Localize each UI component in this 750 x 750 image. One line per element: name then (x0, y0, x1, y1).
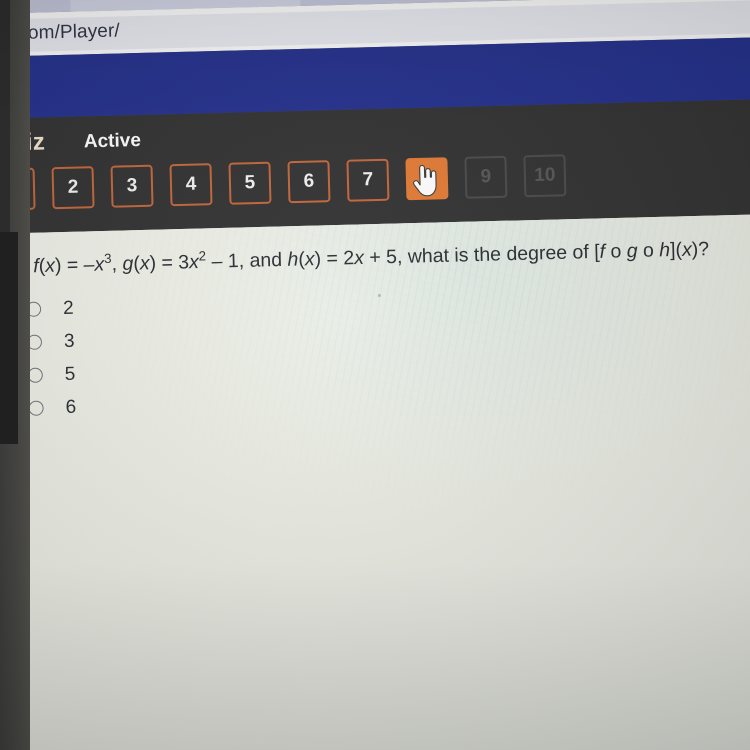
answer-option-label: 6 (65, 396, 77, 418)
answer-option-label: 2 (62, 297, 74, 319)
answer-option-3[interactable]: 5 (27, 358, 76, 392)
question-button-8[interactable]: 8 (405, 157, 449, 201)
quiz-content-area: If f(x) = –x3, g(x) = 3x2 – 1, and h(x) … (0, 213, 750, 750)
question-part: ) = – (54, 253, 95, 277)
question-button-2[interactable]: 2 (51, 166, 95, 210)
question-button-7[interactable]: 7 (346, 158, 390, 202)
variable-x: x (44, 254, 56, 277)
question-button-3[interactable]: 3 (110, 164, 154, 208)
question-button-6[interactable]: 6 (287, 160, 331, 204)
variable-x: x (139, 252, 150, 275)
answer-option-2[interactable]: 3 (26, 325, 75, 359)
question-part: ]( (669, 238, 683, 262)
question-button-10: 10 (523, 154, 567, 198)
question-part: ) = 2 (314, 247, 355, 271)
answer-option-4[interactable]: 6 (28, 391, 76, 425)
photo-of-screen: ▾ ✕ + enuity.com/Player/ Quiz Active 1 2… (0, 0, 750, 750)
variable-x: x (188, 251, 200, 274)
variable-x: x (304, 248, 315, 271)
question-part: ) = 3 (149, 251, 190, 275)
variable-x: x (353, 246, 365, 270)
answer-option-label: 5 (64, 363, 76, 385)
question-part: – 1, and (205, 248, 288, 273)
radio-button[interactable] (28, 400, 44, 416)
question-button-4[interactable]: 4 (169, 163, 213, 207)
answer-option-label: 3 (63, 330, 75, 352)
screen-left-dark-edge (0, 0, 10, 240)
screen-moire-artifact (0, 213, 750, 750)
function-g: g (626, 239, 638, 263)
question-button-9: 9 (464, 155, 508, 199)
answer-option-1[interactable]: 2 (25, 292, 74, 326)
monitor-screen: ▾ ✕ + enuity.com/Player/ Quiz Active 1 2… (0, 0, 750, 750)
question-part: )? (691, 238, 710, 261)
answer-options: 2 3 5 6 (25, 292, 77, 425)
variable-x: x (681, 238, 693, 261)
question-part: o (604, 240, 628, 263)
question-part: o (637, 239, 660, 262)
screen-left-dark-band (0, 232, 18, 444)
question-button-5[interactable]: 5 (228, 161, 272, 205)
question-part: + 5, what is the degree of [ (363, 240, 600, 269)
quiz-nav-bar: Quiz Active 1 2 3 4 5 6 7 8 9 10 (0, 98, 750, 235)
dust-speck (377, 293, 381, 298)
question-number-list: 1 2 3 4 5 6 7 8 9 10 (0, 154, 567, 211)
quiz-status-badge: Active (83, 129, 142, 153)
